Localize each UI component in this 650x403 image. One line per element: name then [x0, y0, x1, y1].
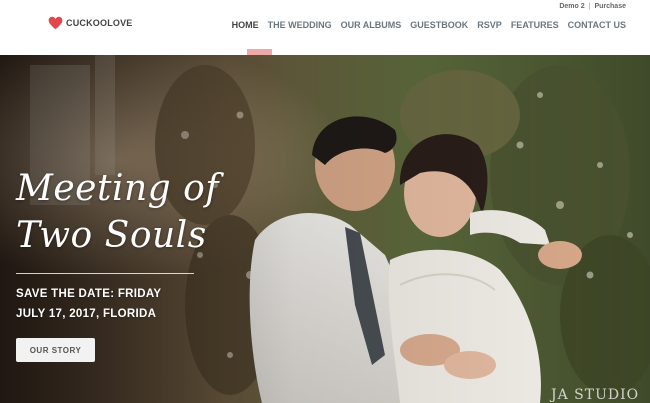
top-links-separator: |	[588, 3, 591, 10]
purchase-link[interactable]: Purchase	[594, 3, 626, 10]
main-nav: HOME THE WEDDING OUR ALBUMS GUESTBOOK RS…	[232, 20, 626, 30]
studio-watermark: JA STUDIO	[551, 387, 640, 403]
hero-title: Meeting of Two Souls	[16, 165, 219, 259]
demo-2-link[interactable]: Demo 2	[559, 3, 584, 10]
nav-rsvp[interactable]: RSVP	[477, 20, 502, 30]
logo[interactable]: CUCKOOLOVE	[48, 16, 133, 30]
hero-banner: Meeting of Two Souls SAVE THE DATE: FRID…	[0, 55, 650, 403]
hero-title-line-1: Meeting of	[16, 168, 220, 209]
hero-title-line-2: Two Souls	[16, 215, 207, 256]
top-links: Demo 2 | Purchase	[559, 3, 626, 10]
save-the-date-line-2: JULY 17, 2017, FLORIDA	[16, 308, 157, 320]
hero-content: Meeting of Two Souls SAVE THE DATE: FRID…	[16, 165, 219, 362]
our-story-button[interactable]: OUR STORY	[16, 338, 95, 362]
site-header: CUCKOOLOVE Demo 2 | Purchase HOME THE WEDD…	[0, 0, 650, 55]
nav-guestbook[interactable]: GUESTBOOK	[410, 20, 468, 30]
logo-text: CUCKOOLOVE	[66, 18, 133, 28]
nav-features[interactable]: FEATURES	[511, 20, 559, 30]
save-the-date: SAVE THE DATE: FRIDAY JULY 17, 2017, FLO…	[16, 284, 219, 324]
save-the-date-line-1: SAVE THE DATE: FRIDAY	[16, 288, 162, 300]
nav-home[interactable]: HOME	[232, 20, 259, 30]
nav-our-albums[interactable]: OUR ALBUMS	[341, 20, 402, 30]
nav-the-wedding[interactable]: THE WEDDING	[268, 20, 332, 30]
hero-divider	[16, 273, 194, 274]
active-nav-indicator	[247, 49, 272, 55]
heart-icon	[48, 16, 63, 30]
nav-contact-us[interactable]: CONTACT US	[568, 20, 626, 30]
